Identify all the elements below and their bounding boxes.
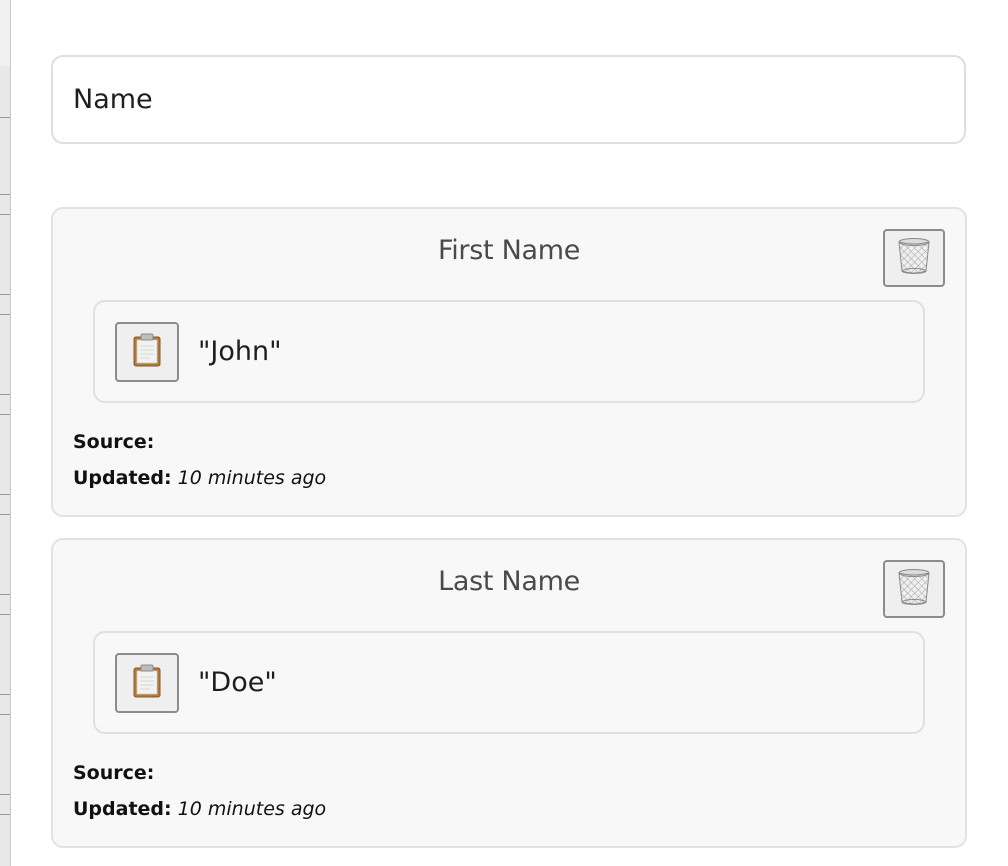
left-panel-tick [0, 314, 10, 315]
left-panel-tick [0, 694, 10, 695]
left-panel-tick [0, 514, 10, 515]
name-field-label: Name [73, 84, 153, 115]
updated-label: Updated: [73, 467, 172, 489]
trash-icon [897, 568, 931, 610]
copy-value-button[interactable] [115, 652, 179, 713]
source-line: Source: [73, 431, 154, 453]
trash-icon [897, 237, 931, 279]
updated-line: Updated: 10 minutes ago [73, 467, 326, 489]
left-panel-tick [0, 494, 10, 495]
source-label: Source: [73, 431, 155, 453]
left-panel-tick [0, 414, 10, 415]
left-panel-edge [0, 0, 11, 866]
left-panel-tick [0, 394, 10, 395]
left-panel-tick [0, 814, 10, 815]
left-panel-tick [0, 214, 10, 215]
value-box: "Doe" [93, 631, 925, 734]
updated-value: 10 minutes ago [177, 798, 327, 820]
left-panel-tick [0, 614, 10, 615]
value-box: "John" [93, 300, 925, 403]
left-panel-tick [0, 194, 10, 195]
source-line: Source: [73, 762, 154, 784]
field-card-first-name: First Name "John" Source: Updated: 10 mi… [51, 207, 967, 517]
field-value: "Doe" [198, 667, 277, 698]
clipboard-icon [132, 664, 162, 702]
left-panel-tick [0, 794, 10, 795]
delete-field-button[interactable] [883, 229, 945, 287]
field-title: Last Name [438, 566, 580, 597]
name-field[interactable]: Name [51, 55, 966, 144]
updated-line: Updated: 10 minutes ago [73, 798, 326, 820]
left-panel-tick [0, 117, 10, 118]
copy-value-button[interactable] [115, 321, 179, 382]
left-panel-tick [0, 294, 10, 295]
source-label: Source: [73, 762, 155, 784]
left-panel-tick [0, 594, 10, 595]
field-card-last-name: Last Name "Doe" Source: Updated: 10 minu… [51, 538, 967, 848]
updated-label: Updated: [73, 798, 172, 820]
field-title: First Name [437, 235, 581, 266]
field-value: "John" [198, 336, 282, 367]
clipboard-icon [132, 333, 162, 371]
left-panel-shade [0, 66, 10, 866]
left-panel-tick [0, 714, 10, 715]
delete-field-button[interactable] [883, 560, 945, 618]
updated-value: 10 minutes ago [177, 467, 327, 489]
